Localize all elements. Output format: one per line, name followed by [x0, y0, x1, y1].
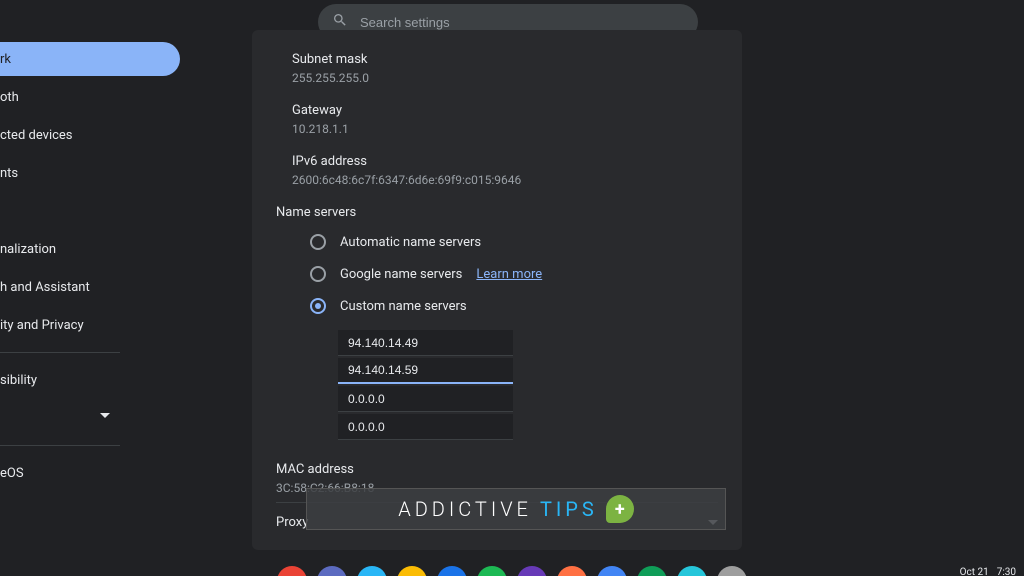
- shelf-app-icon[interactable]: [477, 566, 507, 576]
- radio-icon: [310, 234, 326, 250]
- sidebar-item-device[interactable]: [0, 194, 180, 228]
- field-value: 2600:6c48:6c7f:6347:6d6e:69f9:c015:9646: [292, 173, 718, 187]
- sidebar-item-label: nalization: [0, 242, 56, 257]
- name-servers-heading: Name servers: [276, 205, 718, 220]
- sidebar-item-about-chromeos[interactable]: eOS: [0, 456, 180, 490]
- dns-input-3[interactable]: [338, 386, 513, 412]
- sidebar-item-connected-devices[interactable]: cted devices: [0, 118, 180, 152]
- search-input[interactable]: [360, 15, 684, 30]
- sidebar-item-label: nts: [0, 166, 18, 181]
- learn-more-link[interactable]: Learn more: [476, 267, 542, 282]
- radio-google-name-servers[interactable]: Google name servers Learn more: [310, 266, 718, 282]
- watermark-text-1: ADDICTIVE: [398, 497, 532, 521]
- field-value: 10.218.1.1: [292, 122, 718, 136]
- sidebar-item-accounts[interactable]: nts: [0, 156, 180, 190]
- shelf-app-icon[interactable]: [557, 566, 587, 576]
- shelf-app-icon[interactable]: [597, 566, 627, 576]
- sidebar-item-label: cted devices: [0, 128, 73, 143]
- field-value: 255.255.255.0: [292, 71, 718, 85]
- sidebar-item-personalization[interactable]: nalization: [0, 232, 180, 266]
- chromeos-shelf: [0, 564, 1024, 576]
- sidebar-item-label: ity and Privacy: [0, 318, 84, 333]
- gateway-field: Gateway 10.218.1.1: [276, 103, 718, 136]
- sidebar-divider: [0, 352, 120, 353]
- sidebar-item-accessibility[interactable]: sibility: [0, 363, 180, 397]
- dns-input-4[interactable]: [338, 414, 513, 440]
- sidebar-item-label: h and Assistant: [0, 280, 90, 295]
- plus-badge-icon: +: [606, 495, 634, 523]
- radio-icon: [310, 266, 326, 282]
- radio-automatic-name-servers[interactable]: Automatic name servers: [310, 234, 718, 250]
- shelf-app-icon[interactable]: [717, 566, 747, 576]
- dns-input-2[interactable]: [338, 358, 513, 384]
- sidebar-divider: [0, 445, 120, 446]
- status-tray[interactable]: Oct 21 7:30: [960, 567, 1016, 576]
- radio-label: Google name servers: [340, 267, 462, 282]
- subnet-mask-field: Subnet mask 255.255.255.0: [276, 52, 718, 85]
- sidebar-item-security-privacy[interactable]: ity and Privacy: [0, 308, 180, 342]
- sidebar-item-label: eOS: [0, 466, 24, 481]
- search-icon: [332, 12, 348, 32]
- shelf-app-icon[interactable]: [637, 566, 667, 576]
- sidebar-item-bluetooth[interactable]: oth: [0, 80, 180, 114]
- sidebar-item-network[interactable]: rk: [0, 42, 180, 76]
- dns-input-1[interactable]: [338, 330, 513, 356]
- chevron-down-icon: [100, 413, 110, 418]
- shelf-app-icon[interactable]: [437, 566, 467, 576]
- sidebar-item-search-assistant[interactable]: h and Assistant: [0, 270, 180, 304]
- radio-label: Custom name servers: [340, 299, 467, 314]
- settings-sidebar: rk oth cted devices nts nalization h and…: [0, 38, 180, 494]
- sidebar-item-label: oth: [0, 90, 19, 105]
- status-time: 7:30: [997, 567, 1016, 576]
- network-settings-panel: Subnet mask 255.255.255.0 Gateway 10.218…: [252, 30, 742, 550]
- shelf-app-icon[interactable]: [397, 566, 427, 576]
- shelf-app-icon[interactable]: [317, 566, 347, 576]
- field-label: IPv6 address: [292, 154, 718, 169]
- radio-custom-name-servers[interactable]: Custom name servers: [310, 298, 718, 314]
- sidebar-item-label: sibility: [0, 373, 37, 388]
- field-label: Gateway: [292, 103, 718, 118]
- radio-icon: [310, 298, 326, 314]
- status-date: Oct 21: [960, 567, 989, 576]
- shelf-app-icon[interactable]: [517, 566, 547, 576]
- shelf-app-icon[interactable]: [277, 566, 307, 576]
- sidebar-item-label: rk: [0, 52, 11, 67]
- radio-label: Automatic name servers: [340, 235, 481, 250]
- watermark-text-2: TIPS: [540, 497, 598, 521]
- shelf-app-icon[interactable]: [677, 566, 707, 576]
- sidebar-item-advanced[interactable]: [0, 401, 180, 435]
- watermark-overlay: ADDICTIVE TIPS +: [306, 488, 726, 530]
- field-label: MAC address: [276, 462, 718, 477]
- ipv6-field: IPv6 address 2600:6c48:6c7f:6347:6d6e:69…: [276, 154, 718, 187]
- proxy-label: Proxy: [276, 515, 308, 530]
- field-label: Subnet mask: [292, 52, 718, 67]
- custom-dns-inputs: [338, 330, 513, 442]
- shelf-app-icon[interactable]: [357, 566, 387, 576]
